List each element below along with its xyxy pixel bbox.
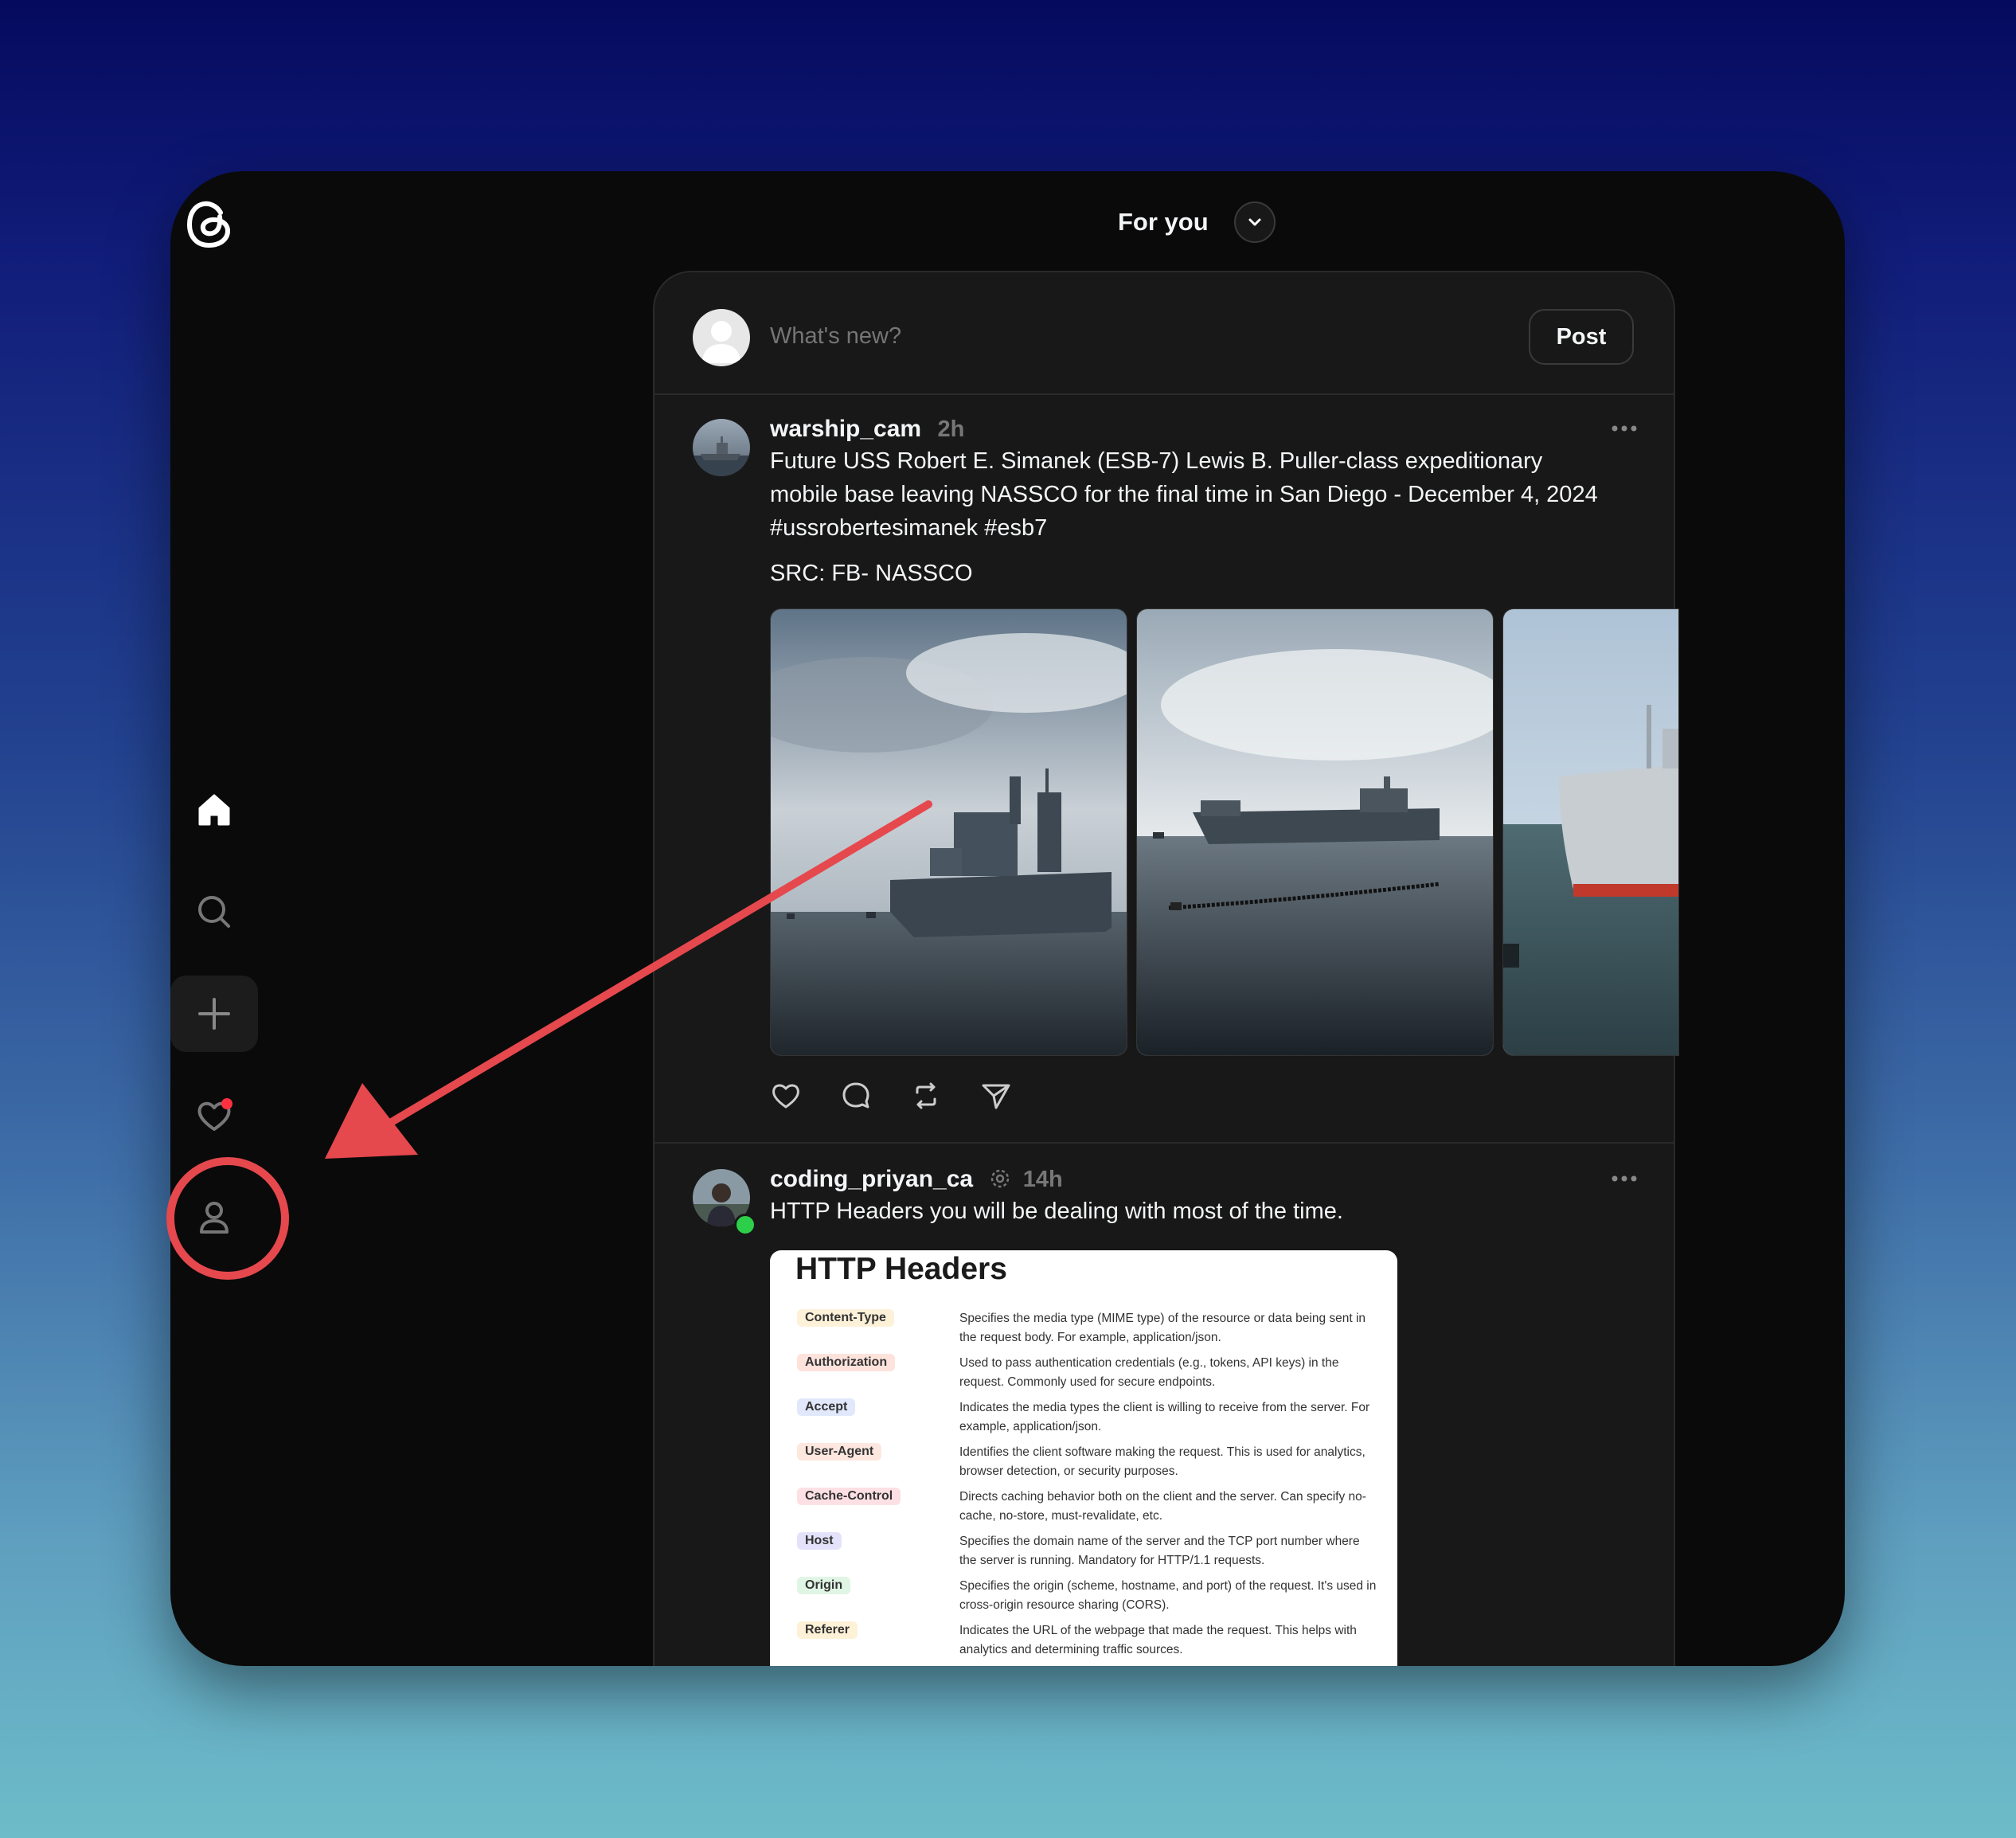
ship-photo-1[interactable] xyxy=(770,608,1127,1056)
threads-badge-icon xyxy=(991,1169,1010,1188)
header-name: Content-Type xyxy=(797,1309,894,1327)
ship-photo-3[interactable] xyxy=(1502,608,1679,1056)
sidebar-item-profile[interactable] xyxy=(170,1179,258,1256)
header-name: User-Agent xyxy=(797,1443,882,1461)
header-description: Indicates the media types the client is … xyxy=(959,1401,1370,1433)
http-headers-image[interactable]: HTTP Headers Content-Type Specifies the … xyxy=(770,1250,1397,1666)
feed-selector[interactable]: For you xyxy=(1118,201,1276,243)
sidebar-item-home[interactable] xyxy=(170,772,258,848)
more-options-icon[interactable] xyxy=(1608,420,1640,436)
sidebar-item-activity[interactable] xyxy=(170,1077,258,1154)
post-username[interactable]: coding_priyan_ca 14h xyxy=(770,1166,1063,1193)
http-header-row: Content-Type Specifies the media type (M… xyxy=(770,1304,1397,1349)
header-description: Directs caching behavior both on the cli… xyxy=(959,1490,1366,1523)
person-icon xyxy=(200,1202,229,1234)
header-name: Authorization xyxy=(797,1354,896,1371)
notification-dot xyxy=(221,1098,232,1109)
header-description: Specifies the origin (scheme, hostname, … xyxy=(959,1579,1377,1612)
http-header-row: Cache-Control Directs caching behavior b… xyxy=(770,1483,1397,1527)
search-icon xyxy=(198,896,230,928)
sidebar-item-create[interactable] xyxy=(170,976,258,1052)
header-description: Indicates the URL of the webpage that ma… xyxy=(959,1624,1357,1656)
default-avatar-icon xyxy=(702,321,740,363)
ship-photo-2[interactable] xyxy=(1136,608,1494,1056)
post-media-carousel[interactable] xyxy=(770,608,1679,1056)
post-source-line: SRC: FB- NASSCO xyxy=(770,561,973,586)
avatar[interactable] xyxy=(693,309,750,366)
feed-column: Post warship_cam 2h Future xyxy=(653,271,1679,1666)
post-text: Future USS Robert E. Simanek (ESB-7) Lew… xyxy=(770,448,1598,541)
post-time: 14h xyxy=(1022,1167,1063,1192)
chevron-down-icon xyxy=(1248,218,1261,226)
header-description: Specifies the domain name of the server … xyxy=(959,1535,1360,1567)
like-heart-icon[interactable] xyxy=(770,1080,802,1112)
header-description: Identifies the client software making th… xyxy=(959,1445,1365,1478)
feed-title: For you xyxy=(1118,208,1209,236)
composer-input[interactable] xyxy=(770,323,1407,350)
avatar[interactable] xyxy=(693,419,750,476)
app-window: For you Post xyxy=(170,171,1845,1666)
http-header-row: Origin Specifies the origin (scheme, hos… xyxy=(770,1572,1397,1617)
sidebar-item-search[interactable] xyxy=(170,874,258,950)
http-header-row: Referer Indicates the URL of the webpage… xyxy=(770,1617,1397,1661)
share-icon[interactable] xyxy=(980,1080,1012,1112)
header-name: Host xyxy=(797,1532,842,1550)
home-icon xyxy=(198,794,230,826)
post-card: coding_priyan_ca 14h HTTP Headers you wi… xyxy=(654,1144,1674,1666)
header-name: Cache-Control xyxy=(797,1488,901,1505)
header-name: Accept xyxy=(797,1398,856,1416)
post-text: HTTP Headers you will be dealing with mo… xyxy=(770,1199,1343,1224)
header-description: Used to pass authentication credentials … xyxy=(959,1356,1339,1389)
post-card: warship_cam 2h Future USS Robert E. Sima… xyxy=(654,393,1679,1142)
post-time: 2h xyxy=(937,416,965,442)
post-button[interactable]: Post xyxy=(1529,309,1634,365)
http-header-row: Accept Indicates the media types the cli… xyxy=(770,1394,1397,1438)
http-header-row: Host Specifies the domain name of the se… xyxy=(770,1527,1397,1572)
plus-icon xyxy=(198,998,230,1030)
http-header-row: Authorization Used to pass authenticatio… xyxy=(770,1349,1397,1394)
header-description: Specifies the media type (MIME type) of … xyxy=(959,1312,1366,1344)
post-actions xyxy=(770,1080,1012,1112)
online-status-dot xyxy=(734,1214,756,1236)
header-name: Origin xyxy=(797,1577,851,1594)
threads-logo-icon[interactable] xyxy=(183,195,239,252)
more-options-icon[interactable] xyxy=(1608,1171,1640,1187)
warship-avatar xyxy=(693,419,750,476)
composer: Post xyxy=(654,272,1674,395)
comment-icon[interactable] xyxy=(840,1080,872,1112)
http-card-title: HTTP Headers xyxy=(795,1252,1007,1286)
header-name: Referer xyxy=(797,1621,858,1639)
repost-icon[interactable] xyxy=(910,1080,942,1112)
http-header-row: User-Agent Identifies the client softwar… xyxy=(770,1438,1397,1483)
post-username[interactable]: warship_cam 2h xyxy=(770,416,964,443)
feed-dropdown-button[interactable] xyxy=(1233,201,1276,243)
